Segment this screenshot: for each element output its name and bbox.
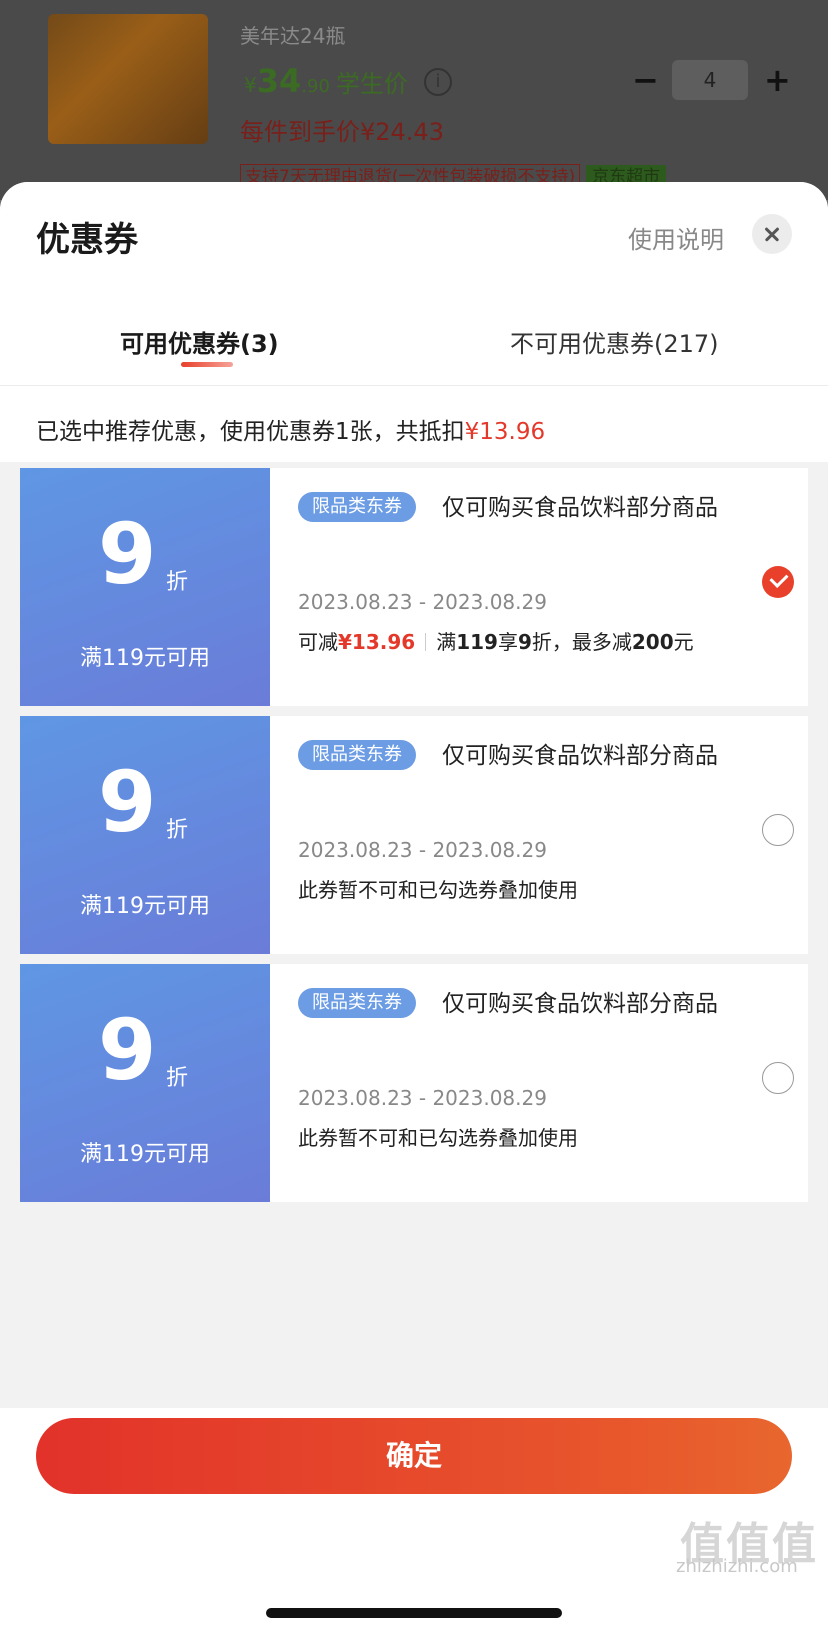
rule-discount: 9 [517, 630, 532, 654]
price-decimal: .90 [301, 76, 330, 97]
sheet-title: 优惠券 [36, 220, 138, 260]
product-summary-backdrop: 美年达24瓶 ¥34.90 学生价 i 每件到手价¥24.43 − 4 + 支持7… [0, 0, 828, 200]
quantity-input[interactable]: 4 [672, 60, 748, 100]
info-icon[interactable]: i [424, 68, 452, 96]
sheet-header: 优惠券 使用说明 可用优惠券(3) 不可用优惠券(217) 已选中推荐优惠，使用… [0, 182, 828, 462]
coupon-badge: 限品类东券 [298, 988, 416, 1018]
usage-instructions-link[interactable]: 使用说明 [628, 220, 724, 255]
coupon-title: 仅可购买食品饮料部分商品 [442, 495, 718, 521]
coupon-condition: 满119元可用 [80, 646, 210, 671]
coupon-condition: 满119元可用 [80, 1142, 210, 1167]
coupon-badge: 限品类东券 [298, 740, 416, 770]
rule-mid2: 折，最多减 [531, 630, 632, 654]
close-icon[interactable] [752, 214, 792, 254]
coupon-discount: 9 [98, 1001, 157, 1099]
product-image [48, 14, 208, 144]
coupon-title: 仅可购买食品饮料部分商品 [442, 991, 718, 1017]
product-name: 美年达24瓶 [240, 24, 346, 48]
coupon-badge: 限品类东券 [298, 492, 416, 522]
deduct-amount: ¥13.96 [338, 630, 416, 654]
watermark-site: zhizhizhi.com [676, 1556, 798, 1577]
divider [0, 385, 828, 386]
coupon-condition: 满119元可用 [80, 894, 210, 919]
quantity-plus-button[interactable]: + [764, 60, 791, 100]
bottom-action-bar: 确定 值值值 zhizhizhi.com [0, 1408, 828, 1633]
coupon-unit: 折 [166, 1066, 189, 1091]
coupon-unit: 折 [166, 818, 189, 843]
selection-summary: 已选中推荐优惠，使用优惠券1张，共抵扣¥13.96 [36, 412, 545, 446]
coupon-card[interactable]: 9 折 满119元可用 限品类东券 仅可购买食品饮料部分商品 2023.08.2… [15, 964, 808, 1202]
coupon-value-panel: 9 折 满119元可用 [15, 964, 270, 1202]
product-price: ¥34.90 学生价 [244, 62, 408, 100]
price-integer: 34 [256, 62, 302, 100]
coupon-detail: 可减¥13.96 满119享9折，最多减200元 [298, 626, 694, 655]
rule-max: 200 [631, 630, 674, 654]
coupon-date: 2023.08.23 - 2023.08.29 [298, 590, 547, 614]
coupon-note: 此券暂不可和已勾选券叠加使用 [298, 1126, 578, 1150]
coupon-checkbox-icon[interactable] [762, 1062, 794, 1094]
coupon-value-panel: 9 折 满119元可用 [15, 716, 270, 954]
coupon-title: 仅可购买食品饮料部分商品 [442, 743, 718, 769]
coupon-date: 2023.08.23 - 2023.08.29 [298, 1086, 547, 1110]
coupon-card[interactable]: 9 折 满119元可用 限品类东券 仅可购买食品饮料部分商品 2023.08.2… [15, 716, 808, 954]
confirm-button[interactable]: 确定 [36, 1418, 792, 1494]
summary-text: 已选中推荐优惠，使用优惠券1张，共抵扣 [36, 419, 465, 445]
price-currency: ¥ [244, 73, 257, 97]
summary-amount: ¥13.96 [464, 419, 546, 445]
tab-available-coupons[interactable]: 可用优惠券(3) [120, 324, 279, 359]
rule-mid: 享 [497, 630, 518, 654]
each-price: 每件到手价¥24.43 [240, 118, 444, 146]
active-tab-indicator [181, 362, 233, 367]
coupon-sheet: 优惠券 使用说明 可用优惠券(3) 不可用优惠券(217) 已选中推荐优惠，使用… [0, 182, 828, 1633]
tab-unavailable-coupons[interactable]: 不可用优惠券(217) [510, 324, 719, 359]
home-indicator [266, 1608, 562, 1618]
coupon-note: 此券暂不可和已勾选券叠加使用 [298, 878, 578, 902]
coupon-date: 2023.08.23 - 2023.08.29 [298, 838, 547, 862]
rule-threshold: 119 [456, 630, 498, 654]
coupon-unit: 折 [166, 570, 189, 595]
rule-prefix: 满 [436, 630, 457, 654]
coupon-checkbox-icon[interactable] [762, 814, 794, 846]
quantity-minus-button[interactable]: − [632, 60, 659, 100]
coupon-value-panel: 9 折 满119元可用 [15, 468, 270, 706]
deduct-label: 可减 [298, 630, 338, 654]
coupon-checkbox-checked-icon[interactable] [762, 566, 794, 598]
coupon-card[interactable]: 9 折 满119元可用 限品类东券 仅可购买食品饮料部分商品 2023.08.2… [15, 468, 808, 706]
detail-separator [425, 633, 427, 651]
coupon-discount: 9 [98, 505, 157, 603]
coupon-discount: 9 [98, 753, 157, 851]
rule-suffix: 元 [673, 630, 694, 654]
price-tag: 学生价 [335, 70, 408, 98]
